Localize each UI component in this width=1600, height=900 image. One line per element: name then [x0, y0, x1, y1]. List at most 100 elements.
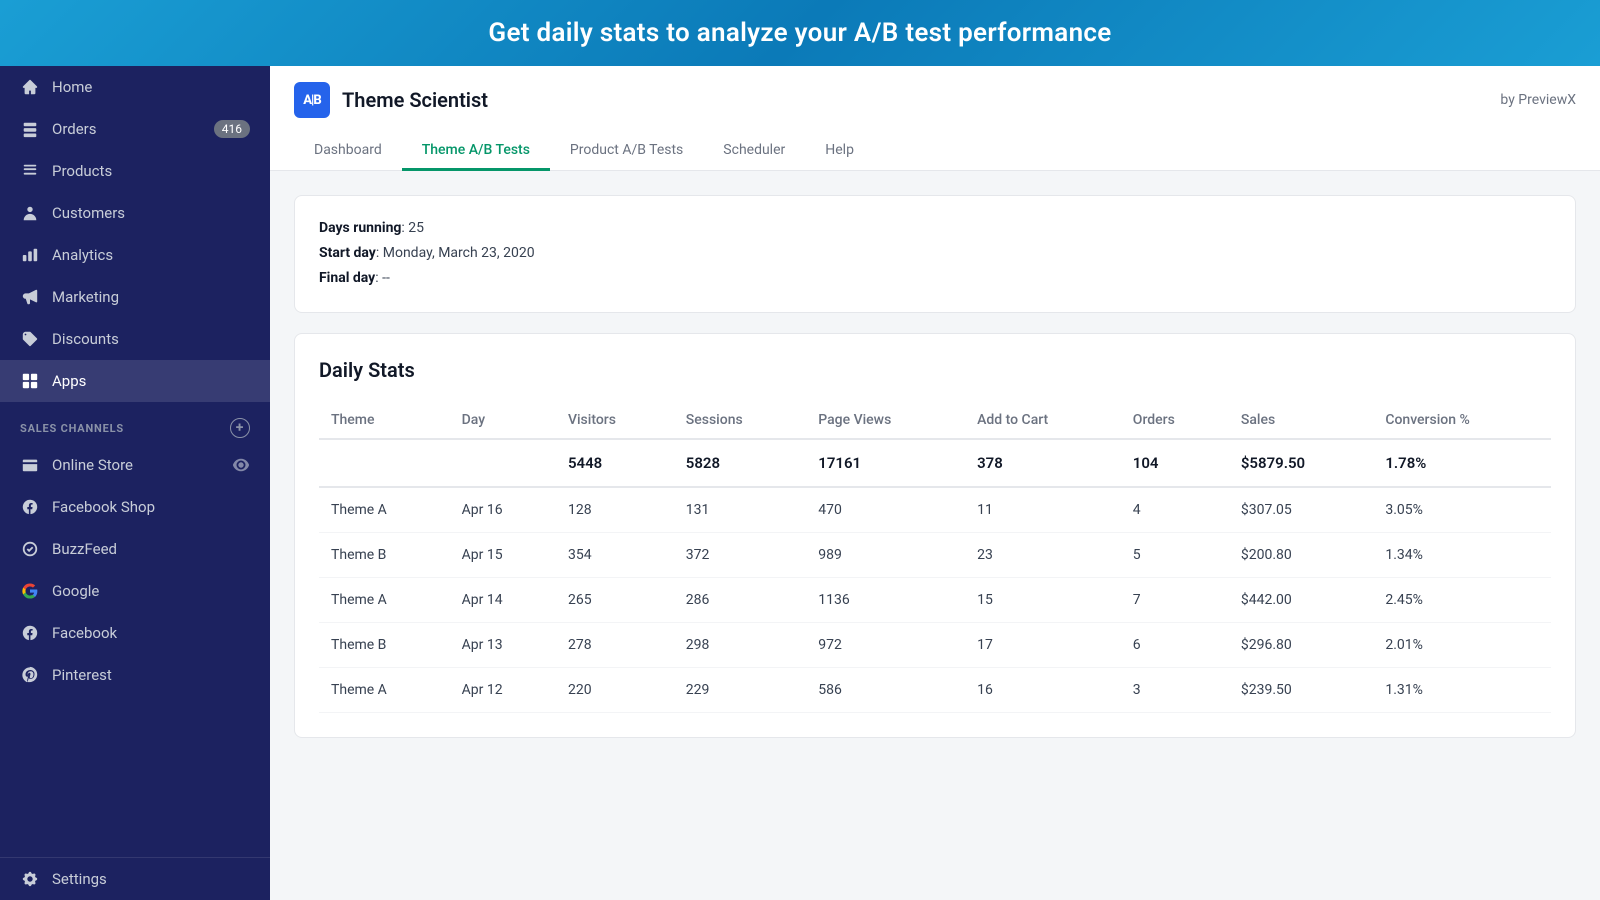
table-row: Theme B Apr 13 278 298 972 17 6 $296.80 …	[319, 622, 1551, 667]
products-icon	[20, 161, 40, 181]
pinterest-icon	[20, 665, 40, 685]
cell-visitors: 265	[556, 577, 674, 622]
cell-sales: $239.50	[1229, 667, 1373, 712]
totals-day	[450, 439, 556, 487]
discounts-icon	[20, 329, 40, 349]
cell-sessions: 229	[674, 667, 806, 712]
start-day-value: Monday, March 23, 2020	[383, 245, 535, 261]
sidebar-item-customers[interactable]: Customers	[0, 192, 270, 234]
col-conversion: Conversion %	[1373, 402, 1551, 439]
sidebar-item-analytics[interactable]: Analytics	[0, 234, 270, 276]
sidebar-item-products[interactable]: Products	[0, 150, 270, 192]
app-title-left: A|B Theme Scientist	[294, 82, 488, 118]
facebook-icon	[20, 623, 40, 643]
totals-visitors: 5448	[556, 439, 674, 487]
cell-add-to-cart: 17	[965, 622, 1121, 667]
sidebar-item-marketing[interactable]: Marketing	[0, 276, 270, 318]
cell-conversion: 3.05%	[1373, 487, 1551, 533]
cell-day: Apr 13	[450, 622, 556, 667]
home-icon	[20, 77, 40, 97]
sidebar-label-analytics: Analytics	[52, 246, 113, 264]
cell-sessions: 372	[674, 532, 806, 577]
sidebar-item-google[interactable]: Google	[0, 570, 270, 612]
app-header: A|B Theme Scientist by PreviewX Dashboar…	[270, 66, 1600, 171]
banner-text: Get daily stats to analyze your A/B test…	[488, 18, 1111, 48]
online-store-icons	[232, 456, 250, 474]
cell-sessions: 131	[674, 487, 806, 533]
sidebar-item-apps[interactable]: Apps	[0, 360, 270, 402]
main-content: Days running: 25 Start day: Monday, Marc…	[270, 171, 1600, 900]
days-running-row: Days running: 25	[319, 216, 1551, 241]
customers-icon	[20, 203, 40, 223]
sidebar-item-online-store[interactable]: Online Store	[0, 444, 270, 486]
days-running-label: Days running	[319, 220, 401, 236]
col-visitors: Visitors	[556, 402, 674, 439]
cell-theme: Theme A	[319, 577, 450, 622]
tab-bar: Dashboard Theme A/B Tests Product A/B Te…	[294, 132, 1576, 170]
cell-conversion: 2.45%	[1373, 577, 1551, 622]
sidebar-item-home[interactable]: Home	[0, 66, 270, 108]
totals-add-to-cart: 378	[965, 439, 1121, 487]
cell-orders: 3	[1121, 667, 1229, 712]
sidebar-item-buzzfeed[interactable]: BuzzFeed	[0, 528, 270, 570]
cell-page-views: 972	[806, 622, 965, 667]
sidebar-item-pinterest[interactable]: Pinterest	[0, 654, 270, 696]
buzzfeed-icon	[20, 539, 40, 559]
sidebar-label-apps: Apps	[52, 372, 86, 390]
cell-page-views: 989	[806, 532, 965, 577]
totals-sessions: 5828	[674, 439, 806, 487]
table-row: Theme A Apr 14 265 286 1136 15 7 $442.00…	[319, 577, 1551, 622]
sidebar-label-discounts: Discounts	[52, 330, 119, 348]
sidebar-item-facebook-shop[interactable]: Facebook Shop	[0, 486, 270, 528]
app-logo-text: A|B	[303, 93, 320, 108]
cell-add-to-cart: 23	[965, 532, 1121, 577]
cell-day: Apr 15	[450, 532, 556, 577]
tab-dashboard[interactable]: Dashboard	[294, 132, 402, 171]
sidebar-label-marketing: Marketing	[52, 288, 119, 306]
totals-sales: $5879.50	[1229, 439, 1373, 487]
add-channel-button[interactable]: +	[230, 418, 250, 438]
tab-scheduler[interactable]: Scheduler	[703, 132, 805, 171]
cell-conversion: 1.31%	[1373, 667, 1551, 712]
totals-page-views: 17161	[806, 439, 965, 487]
col-orders: Orders	[1121, 402, 1229, 439]
cell-add-to-cart: 11	[965, 487, 1121, 533]
cell-conversion: 2.01%	[1373, 622, 1551, 667]
sidebar-item-facebook[interactable]: Facebook	[0, 612, 270, 654]
sidebar-item-orders[interactable]: Orders 416	[0, 108, 270, 150]
stats-title: Daily Stats	[319, 358, 1551, 382]
cell-sessions: 298	[674, 622, 806, 667]
sidebar-label-online-store: Online Store	[52, 456, 133, 474]
col-theme: Theme	[319, 402, 450, 439]
tab-theme-ab-tests[interactable]: Theme A/B Tests	[402, 132, 550, 171]
stats-card: Daily Stats Theme Day Visitors Sessions …	[294, 333, 1576, 738]
cell-orders: 6	[1121, 622, 1229, 667]
table-row: Theme A Apr 16 128 131 470 11 4 $307.05 …	[319, 487, 1551, 533]
sales-channels-section: SALES CHANNELS +	[0, 402, 270, 444]
table-header-row: Theme Day Visitors Sessions Page Views A…	[319, 402, 1551, 439]
cell-sales: $307.05	[1229, 487, 1373, 533]
orders-badge: 416	[214, 120, 250, 138]
sidebar-item-discounts[interactable]: Discounts	[0, 318, 270, 360]
start-day-row: Start day: Monday, March 23, 2020	[319, 241, 1551, 266]
tab-product-ab-tests[interactable]: Product A/B Tests	[550, 132, 703, 171]
google-icon	[20, 581, 40, 601]
cell-visitors: 354	[556, 532, 674, 577]
sidebar-item-settings[interactable]: Settings	[0, 858, 270, 900]
top-banner: Get daily stats to analyze your A/B test…	[0, 0, 1600, 66]
totals-orders: 104	[1121, 439, 1229, 487]
app-logo: A|B	[294, 82, 330, 118]
table-row: Theme A Apr 12 220 229 586 16 3 $239.50 …	[319, 667, 1551, 712]
sidebar-label-google: Google	[52, 582, 99, 600]
sidebar-label-products: Products	[52, 162, 112, 180]
apps-icon	[20, 371, 40, 391]
col-day: Day	[450, 402, 556, 439]
eye-icon[interactable]	[232, 456, 250, 474]
sidebar-label-buzzfeed: BuzzFeed	[52, 540, 117, 558]
sidebar-label-facebook-shop: Facebook Shop	[52, 498, 155, 516]
tab-help[interactable]: Help	[805, 132, 874, 171]
days-running-value: 25	[408, 220, 424, 236]
cell-theme: Theme A	[319, 487, 450, 533]
cell-orders: 5	[1121, 532, 1229, 577]
facebook-shop-icon	[20, 497, 40, 517]
